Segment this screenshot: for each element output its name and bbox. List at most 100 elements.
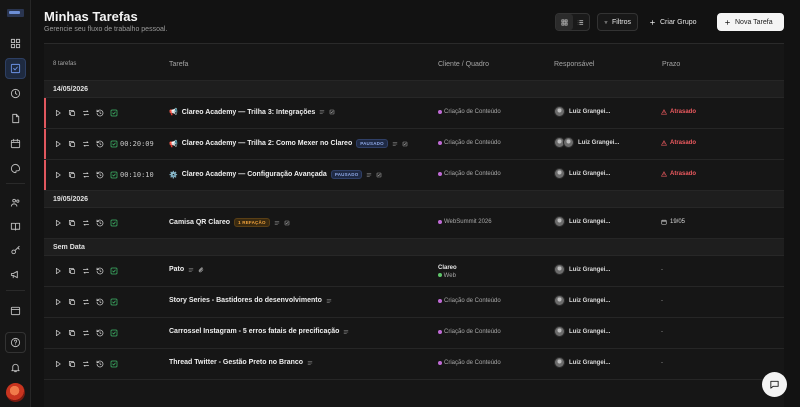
list-view-icon[interactable] xyxy=(573,14,590,30)
palette-icon[interactable] xyxy=(5,158,26,179)
dashboard-grid-icon[interactable] xyxy=(5,33,26,54)
complete-checkbox-icon[interactable] xyxy=(110,298,118,306)
task-title[interactable]: Clareo Academy — Trilha 2: Como Mexer no… xyxy=(182,140,353,147)
move-icon[interactable] xyxy=(82,219,90,227)
calendar-small-icon[interactable] xyxy=(5,300,26,321)
move-icon[interactable] xyxy=(82,140,90,148)
duplicate-icon[interactable] xyxy=(68,360,76,368)
megaphone-icon[interactable] xyxy=(5,264,26,285)
duplicate-icon[interactable] xyxy=(68,219,76,227)
responsible-cell[interactable]: Luiz Grangei... xyxy=(554,326,610,337)
history-icon[interactable] xyxy=(96,360,104,368)
complete-checkbox-icon[interactable] xyxy=(110,171,118,179)
complete-checkbox-icon[interactable] xyxy=(110,109,118,117)
task-title[interactable]: Thread Twitter - Gestão Preto no Branco xyxy=(169,359,303,366)
play-icon[interactable] xyxy=(54,171,62,179)
task-title[interactable]: Clareo Academy — Configuração Avançada xyxy=(182,171,327,178)
clock-icon[interactable] xyxy=(5,83,26,104)
task-title-cell[interactable]: 📢 Clareo Academy — Trilha 3: Integrações xyxy=(169,108,335,116)
filters-button[interactable]: Filtros xyxy=(597,13,638,31)
task-title-cell[interactable]: Thread Twitter - Gestão Preto no Branco xyxy=(169,359,313,366)
calendar-icon[interactable] xyxy=(5,133,26,154)
task-title-cell[interactable]: Carrossel Instagram - 5 erros fatais de … xyxy=(169,328,349,335)
task-title-cell[interactable]: Pato xyxy=(169,266,204,273)
duplicate-icon[interactable] xyxy=(68,140,76,148)
create-group-button[interactable]: Criar Grupo xyxy=(643,13,709,31)
table-row[interactable]: Camisa QR Clareo 1 REFAÇÃO WebSummit 2026 L… xyxy=(44,208,784,239)
responsible-cell[interactable]: Luiz Grangei... xyxy=(554,357,610,368)
column-header-responsible[interactable]: Responsável xyxy=(554,61,594,68)
group-header[interactable]: Sem Data xyxy=(44,239,784,256)
history-icon[interactable] xyxy=(96,109,104,117)
task-title-cell[interactable]: Story Series - Bastidores do desenvolvim… xyxy=(169,297,332,304)
client-cell[interactable]: Criação de Conteúdo xyxy=(438,109,501,115)
grid-view-icon[interactable] xyxy=(556,14,573,30)
table-row[interactable]: Thread Twitter - Gestão Preto no Branco C… xyxy=(44,349,784,380)
bell-icon[interactable] xyxy=(5,357,26,378)
history-icon[interactable] xyxy=(96,329,104,337)
table-row[interactable]: 00:20:09 📢 Clareo Academy — Trilha 2: Como… xyxy=(44,129,784,160)
user-avatar[interactable] xyxy=(6,383,25,402)
play-icon[interactable] xyxy=(54,140,62,148)
task-title[interactable]: Story Series - Bastidores do desenvolvim… xyxy=(169,297,322,304)
key-icon[interactable] xyxy=(5,240,26,261)
document-icon[interactable] xyxy=(5,108,26,129)
history-icon[interactable] xyxy=(96,298,104,306)
users-icon[interactable] xyxy=(5,192,26,213)
client-cell[interactable]: Criação de Conteúdo xyxy=(438,140,501,146)
responsible-cell[interactable]: Luiz Grangei... xyxy=(554,168,610,179)
task-title[interactable]: Clareo Academy — Trilha 3: Integrações xyxy=(182,109,316,116)
responsible-cell[interactable]: Luiz Grangei... xyxy=(554,137,619,148)
move-icon[interactable] xyxy=(82,109,90,117)
duplicate-icon[interactable] xyxy=(68,171,76,179)
move-icon[interactable] xyxy=(82,298,90,306)
table-row[interactable]: Carrossel Instagram - 5 erros fatais de … xyxy=(44,318,784,349)
complete-checkbox-icon[interactable] xyxy=(110,140,118,148)
responsible-cell[interactable]: Luiz Grangei... xyxy=(554,216,610,227)
play-icon[interactable] xyxy=(54,109,62,117)
complete-checkbox-icon[interactable] xyxy=(110,219,118,227)
duplicate-icon[interactable] xyxy=(68,329,76,337)
history-icon[interactable] xyxy=(96,219,104,227)
table-row[interactable]: 📢 Clareo Academy — Trilha 3: Integrações C… xyxy=(44,98,784,129)
complete-checkbox-icon[interactable] xyxy=(110,329,118,337)
column-header-task[interactable]: Tarefa xyxy=(169,61,188,68)
task-title[interactable]: Camisa QR Clareo xyxy=(169,219,230,226)
task-title-cell[interactable]: ⚙️ Clareo Academy — Configuração Avançada… xyxy=(169,170,382,179)
history-icon[interactable] xyxy=(96,140,104,148)
task-title[interactable]: Carrossel Instagram - 5 erros fatais de … xyxy=(169,328,339,335)
table-row[interactable]: Pato Clareo Web Luiz Grangei... - xyxy=(44,256,784,287)
column-header-due[interactable]: Prazo xyxy=(662,61,680,68)
tasks-check-icon[interactable] xyxy=(5,58,26,79)
chat-button[interactable] xyxy=(762,372,787,397)
group-header[interactable]: 14/05/2026 xyxy=(44,81,784,98)
play-icon[interactable] xyxy=(54,219,62,227)
move-icon[interactable] xyxy=(82,360,90,368)
play-icon[interactable] xyxy=(54,267,62,275)
task-title-cell[interactable]: 📢 Clareo Academy — Trilha 2: Como Mexer n… xyxy=(169,139,408,148)
complete-checkbox-icon[interactable] xyxy=(110,267,118,275)
history-icon[interactable] xyxy=(96,267,104,275)
responsible-cell[interactable]: Luiz Grangei... xyxy=(554,264,610,275)
move-icon[interactable] xyxy=(82,171,90,179)
task-title[interactable]: Pato xyxy=(169,266,184,273)
client-cell[interactable]: Criação de Conteúdo xyxy=(438,298,501,304)
help-icon[interactable] xyxy=(5,332,26,353)
duplicate-icon[interactable] xyxy=(68,298,76,306)
duplicate-icon[interactable] xyxy=(68,267,76,275)
new-task-button[interactable]: Nova Tarefa xyxy=(717,13,784,31)
move-icon[interactable] xyxy=(82,329,90,337)
responsible-cell[interactable]: Luiz Grangei... xyxy=(554,295,610,306)
column-header-client[interactable]: Cliente / Quadro xyxy=(438,61,489,68)
client-cell[interactable]: Criação de Conteúdo xyxy=(438,171,501,177)
complete-checkbox-icon[interactable] xyxy=(110,360,118,368)
client-cell[interactable]: Criação de Conteúdo xyxy=(438,360,501,366)
task-title-cell[interactable]: Camisa QR Clareo 1 REFAÇÃO xyxy=(169,218,290,227)
play-icon[interactable] xyxy=(54,329,62,337)
app-logo[interactable] xyxy=(7,9,24,17)
duplicate-icon[interactable] xyxy=(68,109,76,117)
client-cell[interactable]: Criação de Conteúdo xyxy=(438,329,501,335)
play-icon[interactable] xyxy=(54,298,62,306)
move-icon[interactable] xyxy=(82,267,90,275)
history-icon[interactable] xyxy=(96,171,104,179)
